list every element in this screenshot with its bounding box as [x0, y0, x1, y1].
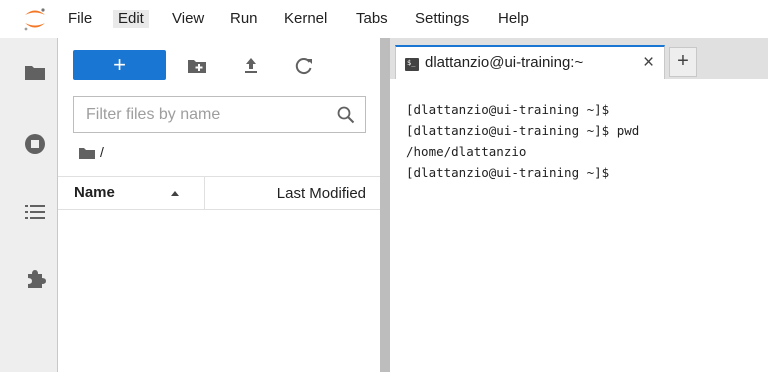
filter-files-field	[73, 96, 366, 133]
tab-bar: $_ dlattanzio@ui-training:~ × +	[390, 38, 768, 79]
menu-view[interactable]: View	[167, 10, 209, 28]
panel-splitter[interactable]	[380, 38, 390, 372]
activity-bar	[0, 38, 58, 372]
breadcrumb-root[interactable]: /	[100, 144, 104, 160]
terminal-output[interactable]: [dlattanzio@ui-training ~]$ [dlattanzio@…	[390, 79, 768, 372]
menu-settings[interactable]: Settings	[410, 10, 474, 28]
file-listing-header: Name Last Modified	[58, 176, 380, 210]
name-column-header[interactable]: Name	[74, 184, 115, 201]
refresh-icon[interactable]	[293, 55, 315, 77]
sort-ascending-icon	[171, 191, 179, 196]
running-icon[interactable]	[24, 133, 46, 155]
list-icon[interactable]	[24, 203, 46, 221]
terminal-line: [dlattanzio@ui-training ~]$	[406, 102, 610, 117]
filter-files-input[interactable]	[86, 105, 326, 125]
menu-kernel[interactable]: Kernel	[279, 10, 332, 28]
terminal-icon: $_	[405, 58, 419, 71]
new-launcher-button[interactable]: +	[73, 50, 166, 80]
new-folder-icon[interactable]	[186, 55, 208, 77]
extension-icon[interactable]	[24, 268, 46, 290]
last-modified-column-header[interactable]: Last Modified	[277, 185, 366, 202]
home-folder-icon[interactable]	[78, 146, 96, 160]
menu-edit[interactable]: Edit	[113, 10, 149, 28]
terminal-line: /home/dlattanzio	[406, 144, 527, 159]
column-divider[interactable]	[204, 177, 205, 209]
menu-run[interactable]: Run	[225, 10, 263, 28]
close-icon[interactable]: ×	[643, 53, 654, 73]
menu-tabs[interactable]: Tabs	[351, 10, 393, 28]
tab-terminal[interactable]: $_ dlattanzio@ui-training:~ ×	[395, 45, 665, 79]
terminal-line: [dlattanzio@ui-training ~]$	[406, 165, 610, 180]
jupyter-logo-icon	[24, 8, 45, 31]
menu-bar: File Edit View Run Kernel Tabs Settings …	[0, 0, 768, 38]
search-icon	[337, 106, 355, 124]
terminal-line: [dlattanzio@ui-training ~]$ pwd	[406, 123, 640, 138]
add-tab-button[interactable]: +	[669, 47, 697, 77]
upload-icon[interactable]	[240, 55, 262, 77]
tab-title: dlattanzio@ui-training:~	[425, 54, 584, 71]
folder-icon[interactable]	[24, 63, 46, 81]
main-area: $_ dlattanzio@ui-training:~ × + [dlattan…	[390, 38, 768, 372]
menu-file[interactable]: File	[63, 10, 97, 28]
file-browser-panel: + / Name Last Modified	[58, 38, 380, 372]
menu-help[interactable]: Help	[493, 10, 534, 28]
